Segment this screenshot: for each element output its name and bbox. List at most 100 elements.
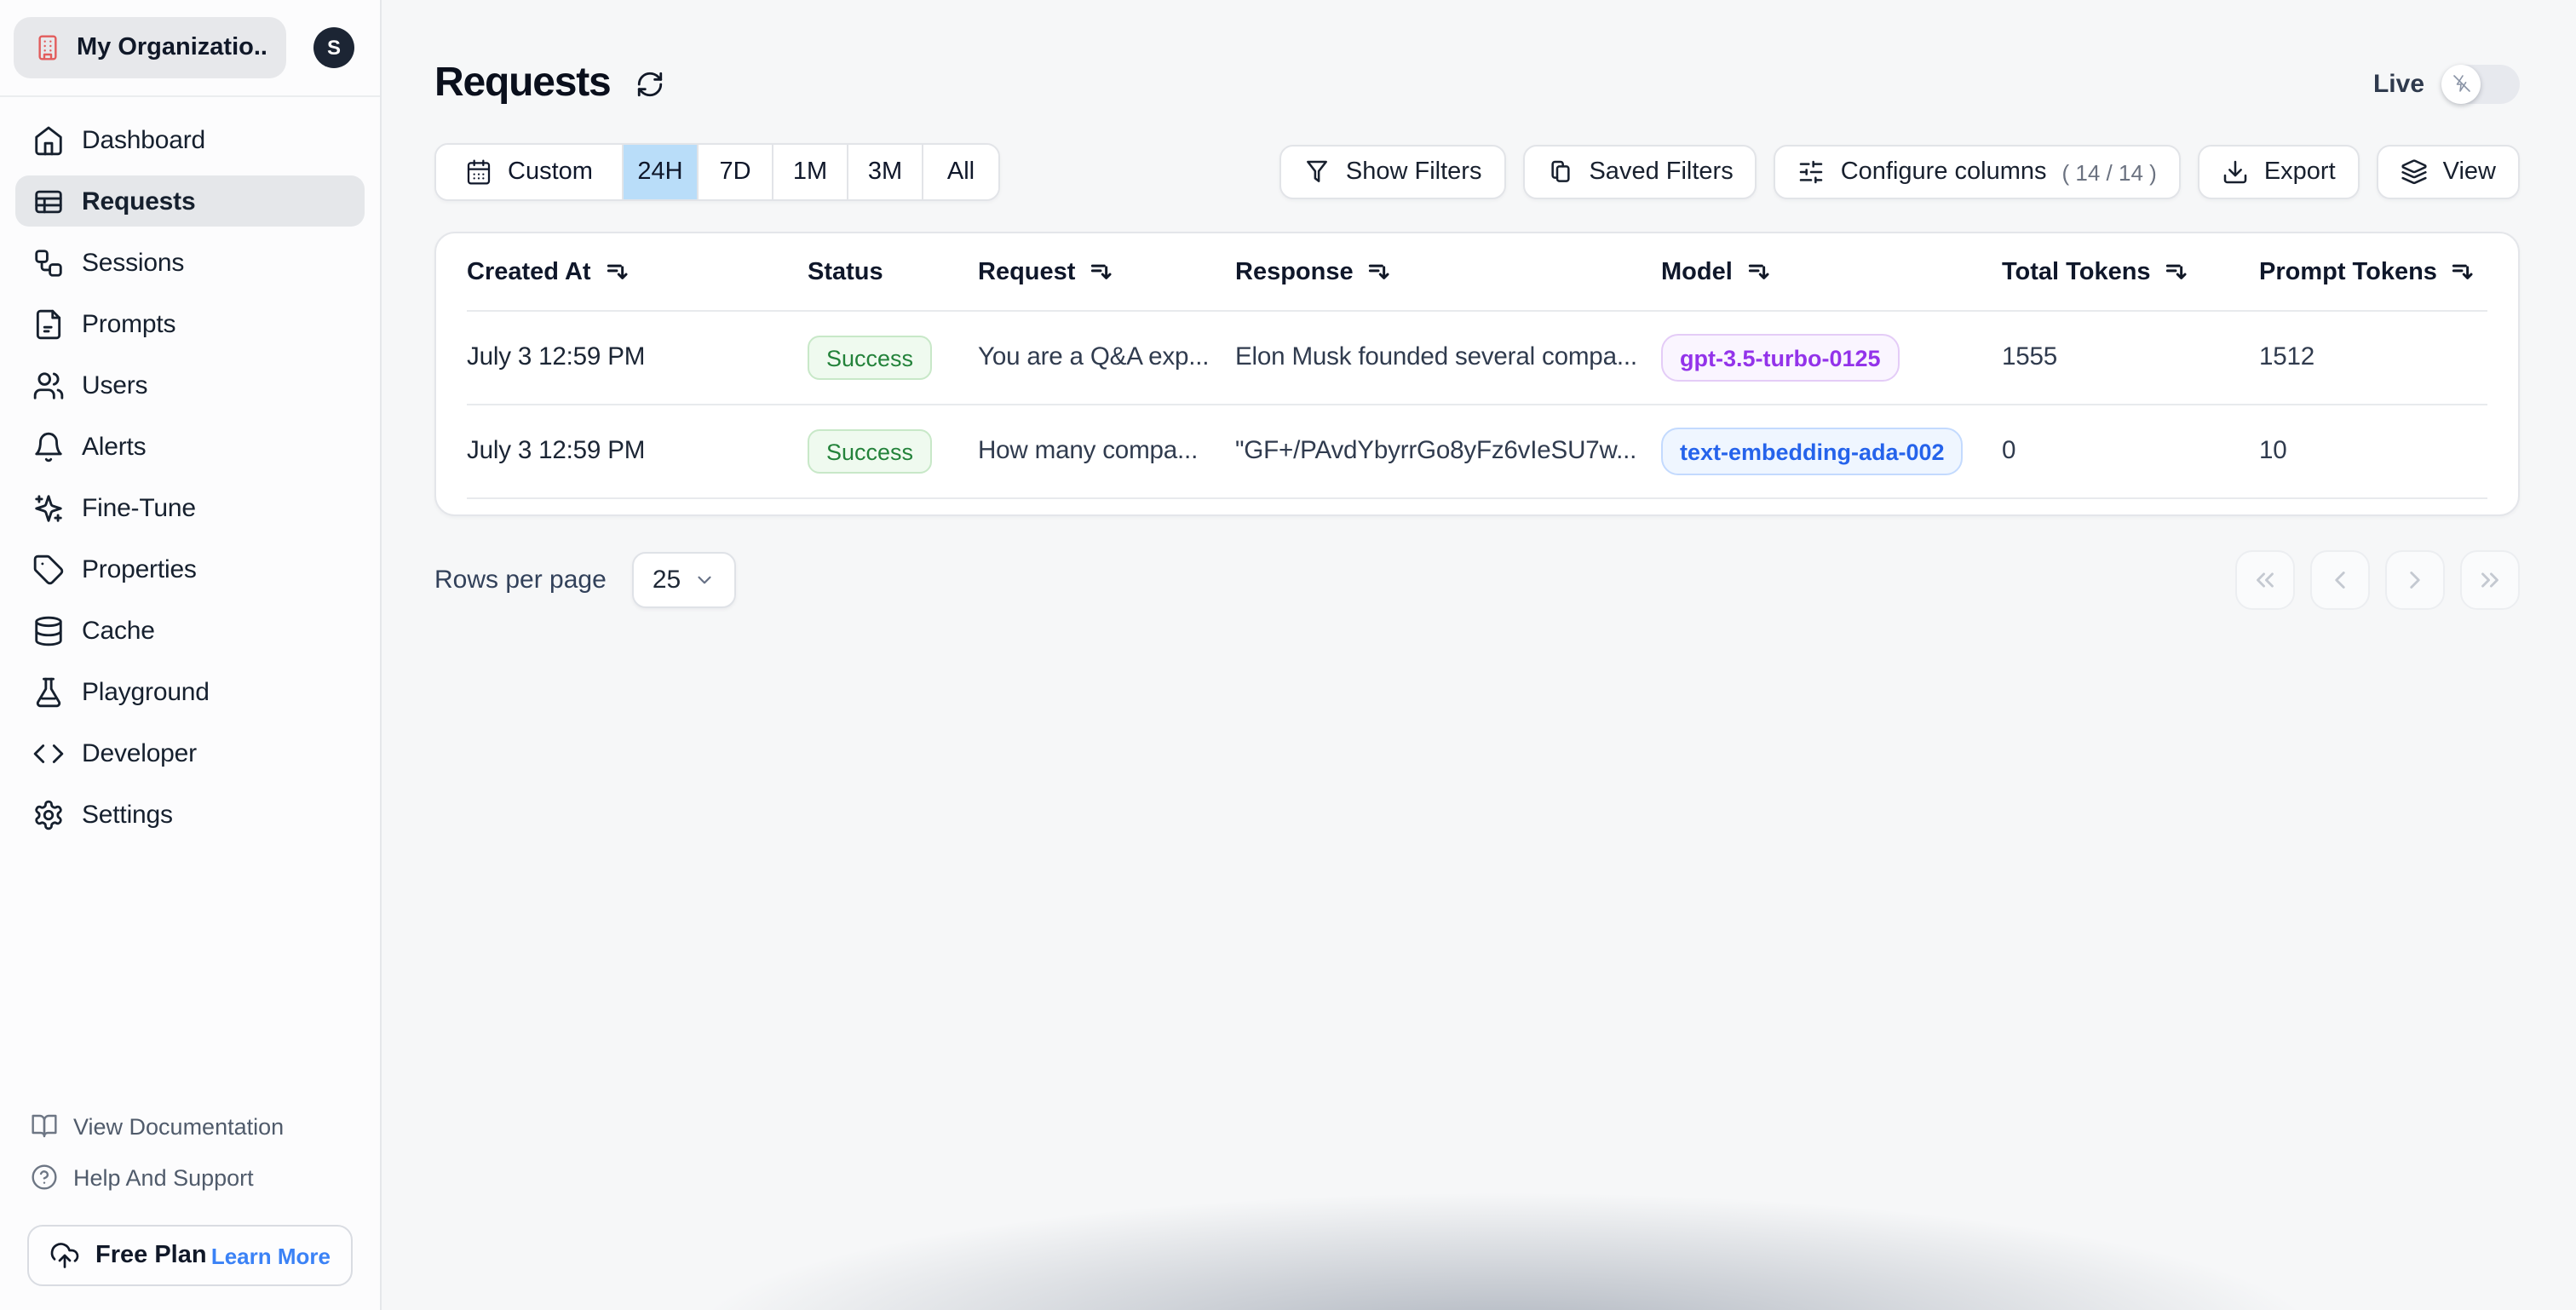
status-cell: Success — [808, 336, 978, 380]
time-range-24h[interactable]: 24H — [624, 145, 699, 199]
refresh-icon — [636, 69, 665, 98]
time-range-7d[interactable]: 7D — [699, 145, 773, 199]
view-documentation-label: View Documentation — [73, 1113, 285, 1139]
live-control: Live — [2373, 64, 2520, 103]
first-page-button[interactable] — [2235, 550, 2295, 610]
column-header-status[interactable]: Status — [808, 258, 978, 285]
total-tokens-cell: 1555 — [2002, 344, 2058, 371]
home-icon — [31, 123, 65, 157]
column-header-model[interactable]: Model — [1661, 258, 2002, 285]
sidebar-item-dashboard[interactable]: Dashboard — [15, 114, 365, 165]
users-icon — [31, 368, 65, 402]
sort-icon — [1089, 260, 1113, 284]
help-and-support-link[interactable]: Help And Support — [15, 1157, 365, 1198]
sort-icon — [1746, 260, 1770, 284]
column-label: Response — [1235, 258, 1354, 285]
learn-more-link[interactable]: Learn More — [211, 1243, 331, 1268]
status-badge: Success — [808, 336, 933, 380]
plan-label: Free Plan — [95, 1242, 207, 1269]
org-switcher-button[interactable]: My Organizatio... — [14, 17, 286, 78]
main-content: Requests Live Custom 24H 7D 1M 3M All Sh… — [382, 0, 2576, 1310]
column-label: Created At — [467, 258, 591, 285]
column-header-prompt-tokens[interactable]: Prompt Tokens — [2259, 258, 2487, 285]
database-icon — [31, 613, 65, 647]
funnel-icon — [1303, 158, 1331, 186]
table-row[interactable]: July 3 12:59 PM Success How many compa..… — [436, 405, 2518, 497]
layers-icon — [2401, 158, 2428, 186]
time-range-all[interactable]: All — [923, 145, 998, 199]
configure-columns-count: ( 14 / 14 ) — [2061, 159, 2157, 185]
column-label: Model — [1661, 258, 1733, 285]
sidebar-item-label: Cache — [82, 616, 155, 645]
tag-icon — [31, 552, 65, 586]
configure-columns-label: Configure columns — [1840, 158, 2047, 186]
sidebar-item-cache[interactable]: Cache — [15, 605, 365, 656]
saved-filters-label: Saved Filters — [1589, 158, 1734, 186]
free-plan-card[interactable]: Free Plan Learn More — [27, 1225, 353, 1286]
refresh-button[interactable] — [636, 69, 665, 98]
previous-page-button[interactable] — [2310, 550, 2370, 610]
sidebar-item-label: Fine-Tune — [82, 493, 196, 522]
avatar[interactable]: S — [313, 27, 354, 68]
total-tokens-cell: 0 — [2002, 438, 2016, 465]
view-button[interactable]: View — [2376, 145, 2520, 199]
chevrons-right-icon — [2475, 566, 2504, 595]
org-name: My Organizatio... — [77, 34, 266, 61]
sort-icon — [2165, 260, 2188, 284]
requests-table: Created At Status Request Response Model — [434, 232, 2520, 516]
export-button[interactable]: Export — [2197, 145, 2360, 199]
sidebar-item-label: Users — [82, 371, 148, 399]
toolbar: Custom 24H 7D 1M 3M All Show Filters Sav… — [434, 143, 2520, 201]
time-range-1m[interactable]: 1M — [773, 145, 848, 199]
last-page-button[interactable] — [2460, 550, 2520, 610]
model-cell: gpt-3.5-turbo-0125 — [1661, 334, 2002, 382]
sidebar-item-playground[interactable]: Playground — [15, 666, 365, 717]
sliders-icon — [1798, 158, 1826, 186]
configure-columns-button[interactable]: Configure columns ( 14 / 14 ) — [1774, 145, 2181, 199]
workflow-icon — [31, 245, 65, 279]
rows-per-page-select[interactable]: 25 — [631, 552, 736, 608]
sidebar-item-properties[interactable]: Properties — [15, 543, 365, 595]
time-range-custom[interactable]: Custom — [436, 145, 624, 199]
next-page-button[interactable] — [2385, 550, 2445, 610]
table-row[interactable]: July 3 12:59 PM Success You are a Q&A ex… — [436, 312, 2518, 404]
bell-icon — [31, 429, 65, 463]
sidebar: My Organizatio... S Dashboard Requests S… — [0, 0, 382, 1310]
rows-per-page-value: 25 — [652, 566, 681, 595]
chevrons-left-icon — [2251, 566, 2280, 595]
column-header-created-at[interactable]: Created At — [467, 258, 808, 285]
column-header-total-tokens[interactable]: Total Tokens — [2002, 258, 2259, 285]
page-header: Requests Live — [434, 55, 2520, 112]
time-range-3m[interactable]: 3M — [848, 145, 923, 199]
prompt-tokens-cell: 1512 — [2259, 344, 2315, 371]
org-row: My Organizatio... S — [0, 0, 380, 97]
sidebar-item-fine-tune[interactable]: Fine-Tune — [15, 482, 365, 533]
gear-icon — [31, 797, 65, 831]
column-header-response[interactable]: Response — [1235, 258, 1661, 285]
saved-filters-button[interactable]: Saved Filters — [1522, 145, 1757, 199]
status-cell: Success — [808, 429, 978, 474]
copy-icon — [1546, 158, 1573, 186]
sidebar-item-users[interactable]: Users — [15, 359, 365, 411]
sidebar-item-label: Playground — [82, 677, 210, 706]
column-header-request[interactable]: Request — [978, 258, 1235, 285]
cloud-upload-icon — [49, 1240, 80, 1271]
sidebar-item-sessions[interactable]: Sessions — [15, 237, 365, 288]
sort-icon — [2451, 260, 2475, 284]
sidebar-item-alerts[interactable]: Alerts — [15, 421, 365, 472]
model-badge: gpt-3.5-turbo-0125 — [1661, 334, 1900, 382]
sidebar-item-prompts[interactable]: Prompts — [15, 298, 365, 349]
status-badge: Success — [808, 429, 933, 474]
view-documentation-link[interactable]: View Documentation — [15, 1106, 365, 1146]
view-label: View — [2442, 158, 2496, 186]
sort-icon — [605, 260, 629, 284]
column-label: Prompt Tokens — [2259, 258, 2437, 285]
live-toggle[interactable] — [2441, 64, 2520, 103]
column-label: Total Tokens — [2002, 258, 2151, 285]
sidebar-item-developer[interactable]: Developer — [15, 727, 365, 779]
column-label: Request — [978, 258, 1076, 285]
sidebar-item-settings[interactable]: Settings — [15, 789, 365, 840]
show-filters-button[interactable]: Show Filters — [1279, 145, 1506, 199]
sidebar-item-requests[interactable]: Requests — [15, 175, 365, 227]
sparkles-icon — [31, 491, 65, 525]
